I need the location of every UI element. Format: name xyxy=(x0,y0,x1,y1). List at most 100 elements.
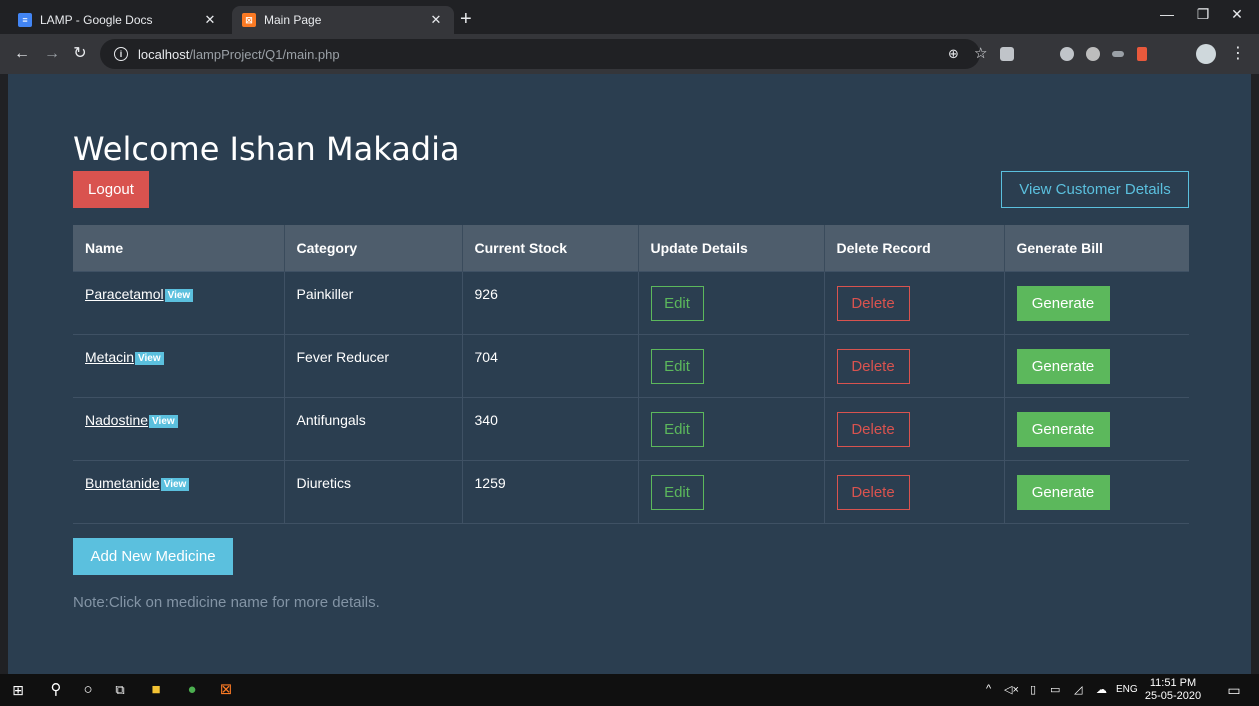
network-icon[interactable]: ▭ xyxy=(1050,683,1060,696)
medicine-name-cell: Nadostine View xyxy=(73,396,285,460)
category-cell: Antifungals xyxy=(284,396,463,460)
wifi-icon[interactable]: ◿ xyxy=(1074,683,1082,696)
generate-button[interactable]: Generate xyxy=(1016,285,1110,321)
tab-main-page[interactable]: ⊠ Main Page ✕ xyxy=(232,6,454,34)
browser-tab-strip: ≡ LAMP - Google Docs ✕ ⊠ Main Page ✕ + —… xyxy=(0,0,1259,34)
delete-cell: Delete xyxy=(824,333,1005,397)
column-header-update-details: Update Details xyxy=(638,225,825,271)
window-close-icon[interactable]: ✕ xyxy=(1222,6,1252,23)
clock-time: 11:51 PM xyxy=(1149,677,1197,689)
windows-start-icon[interactable]: ⊞ xyxy=(8,681,28,699)
reload-icon[interactable]: ↻ xyxy=(70,44,90,64)
taskbar-clock[interactable]: 11:51 PM 25-05-2020 xyxy=(1143,677,1203,703)
table-row: Bumetanide View Diuretics 1259 Edit Delet… xyxy=(73,459,1189,524)
delete-button[interactable]: Delete xyxy=(836,285,910,321)
delete-button[interactable]: Delete xyxy=(836,474,910,510)
view-customer-details-button[interactable]: View Customer Details xyxy=(1001,171,1189,208)
google-docs-icon: ≡ xyxy=(18,13,32,27)
medicine-name-cell: Paracetamol View xyxy=(73,270,285,334)
table-row: Nadostine View Antifungals 340 Edit Delet… xyxy=(73,396,1189,460)
update-cell: Edit xyxy=(638,333,825,397)
tab-lamp-google-docs[interactable]: ≡ LAMP - Google Docs ✕ xyxy=(8,6,228,34)
extension-glasses-icon[interactable] xyxy=(1112,51,1124,57)
zoom-icon[interactable]: ⊕ xyxy=(948,46,959,62)
generate-button[interactable]: Generate xyxy=(1016,348,1110,384)
extension-icon[interactable] xyxy=(1000,47,1014,61)
menu-kebab-icon[interactable]: ⋮ xyxy=(1228,44,1248,64)
table-row: Metacin View Fever Reducer 704 Edit Delet… xyxy=(73,333,1189,397)
stock-cell: 340 xyxy=(462,396,639,460)
medicine-name-cell: Metacin View xyxy=(73,333,285,397)
tray-overflow-icon[interactable]: ^ xyxy=(986,683,991,695)
notifications-icon[interactable]: ▭ xyxy=(1224,681,1244,699)
table-row: Paracetamol View Painkiller 926 Edit Dele… xyxy=(73,270,1189,334)
cortana-icon[interactable]: ○ xyxy=(78,681,98,699)
delete-cell: Delete xyxy=(824,396,1005,460)
xampp-icon[interactable]: ⊠ xyxy=(216,681,236,699)
close-icon[interactable]: ✕ xyxy=(428,12,444,28)
generate-button[interactable]: Generate xyxy=(1016,411,1110,447)
close-icon[interactable]: ✕ xyxy=(202,12,218,28)
search-icon[interactable]: ⚲ xyxy=(46,681,66,699)
forward-icon[interactable]: → xyxy=(42,44,62,64)
delete-button[interactable]: Delete xyxy=(836,348,910,384)
edit-button[interactable]: Edit xyxy=(650,348,704,384)
delete-button[interactable]: Delete xyxy=(836,411,910,447)
volume-icon[interactable]: ◁× xyxy=(1004,683,1019,696)
minimize-icon[interactable]: — xyxy=(1152,6,1182,22)
language-indicator[interactable]: ENG xyxy=(1116,684,1138,695)
url-path: /lampProject/Q1/main.php xyxy=(189,46,340,62)
medicine-name-cell: Bumetanide View xyxy=(73,459,285,524)
add-new-medicine-button[interactable]: Add New Medicine xyxy=(73,538,233,575)
edit-button[interactable]: Edit xyxy=(650,474,704,510)
delete-cell: Delete xyxy=(824,270,1005,334)
column-header-name: Name xyxy=(73,225,285,271)
back-icon[interactable]: ← xyxy=(12,44,32,64)
note-text: Note:Click on medicine name for more det… xyxy=(73,594,380,611)
file-explorer-icon[interactable]: ■ xyxy=(146,681,166,699)
logout-button[interactable]: Logout xyxy=(73,171,149,208)
update-cell: Edit xyxy=(638,396,825,460)
column-header-category: Category xyxy=(284,225,463,271)
tab-title: LAMP - Google Docs xyxy=(40,13,153,27)
profile-avatar[interactable] xyxy=(1196,44,1216,64)
extension-w-icon[interactable] xyxy=(1086,47,1100,61)
medicine-name-link[interactable]: Paracetamol xyxy=(85,286,164,302)
column-header-delete-record: Delete Record xyxy=(824,225,1005,271)
stock-cell: 926 xyxy=(462,270,639,334)
bookmark-star-icon[interactable]: ☆ xyxy=(974,44,987,62)
battery-icon[interactable]: ▯ xyxy=(1030,683,1036,696)
stock-cell: 1259 xyxy=(462,459,639,524)
medicine-name-link[interactable]: Nadostine xyxy=(85,412,148,428)
view-badge[interactable]: View xyxy=(160,477,190,491)
view-badge[interactable]: View xyxy=(149,414,178,428)
category-cell: Diuretics xyxy=(284,459,463,524)
medicine-name-link[interactable]: Bumetanide xyxy=(85,475,160,491)
medicine-table: Name Category Current Stock Update Detai… xyxy=(73,225,1189,524)
address-bar[interactable]: i localhost/lampProject/Q1/main.php xyxy=(100,39,980,69)
edit-button[interactable]: Edit xyxy=(650,411,704,447)
page-title: Welcome Ishan Makadia xyxy=(73,130,460,168)
xampp-icon: ⊠ xyxy=(242,13,256,27)
onedrive-icon[interactable]: ☁ xyxy=(1096,683,1107,696)
category-cell: Painkiller xyxy=(284,270,463,334)
update-cell: Edit xyxy=(638,459,825,524)
view-badge[interactable]: View xyxy=(164,288,194,302)
new-tab-button[interactable]: + xyxy=(460,9,472,29)
edit-button[interactable]: Edit xyxy=(650,285,704,321)
table-header-row: Name Category Current Stock Update Detai… xyxy=(73,225,1189,271)
medicine-name-link[interactable]: Metacin xyxy=(85,349,134,365)
info-icon[interactable]: i xyxy=(114,47,128,61)
generate-cell: Generate xyxy=(1004,459,1189,524)
generate-cell: Generate xyxy=(1004,396,1189,460)
generate-button[interactable]: Generate xyxy=(1016,474,1110,510)
task-view-icon[interactable]: ⧉ xyxy=(110,681,130,699)
category-cell: Fever Reducer xyxy=(284,333,463,397)
tab-title: Main Page xyxy=(264,13,322,27)
restore-icon[interactable]: ❐ xyxy=(1188,6,1218,23)
extension-alert-icon[interactable] xyxy=(1137,47,1147,61)
column-header-current-stock: Current Stock xyxy=(462,225,639,271)
extension-gear-icon[interactable] xyxy=(1060,47,1074,61)
view-badge[interactable]: View xyxy=(135,351,164,365)
chrome-icon[interactable]: ● xyxy=(182,681,202,699)
